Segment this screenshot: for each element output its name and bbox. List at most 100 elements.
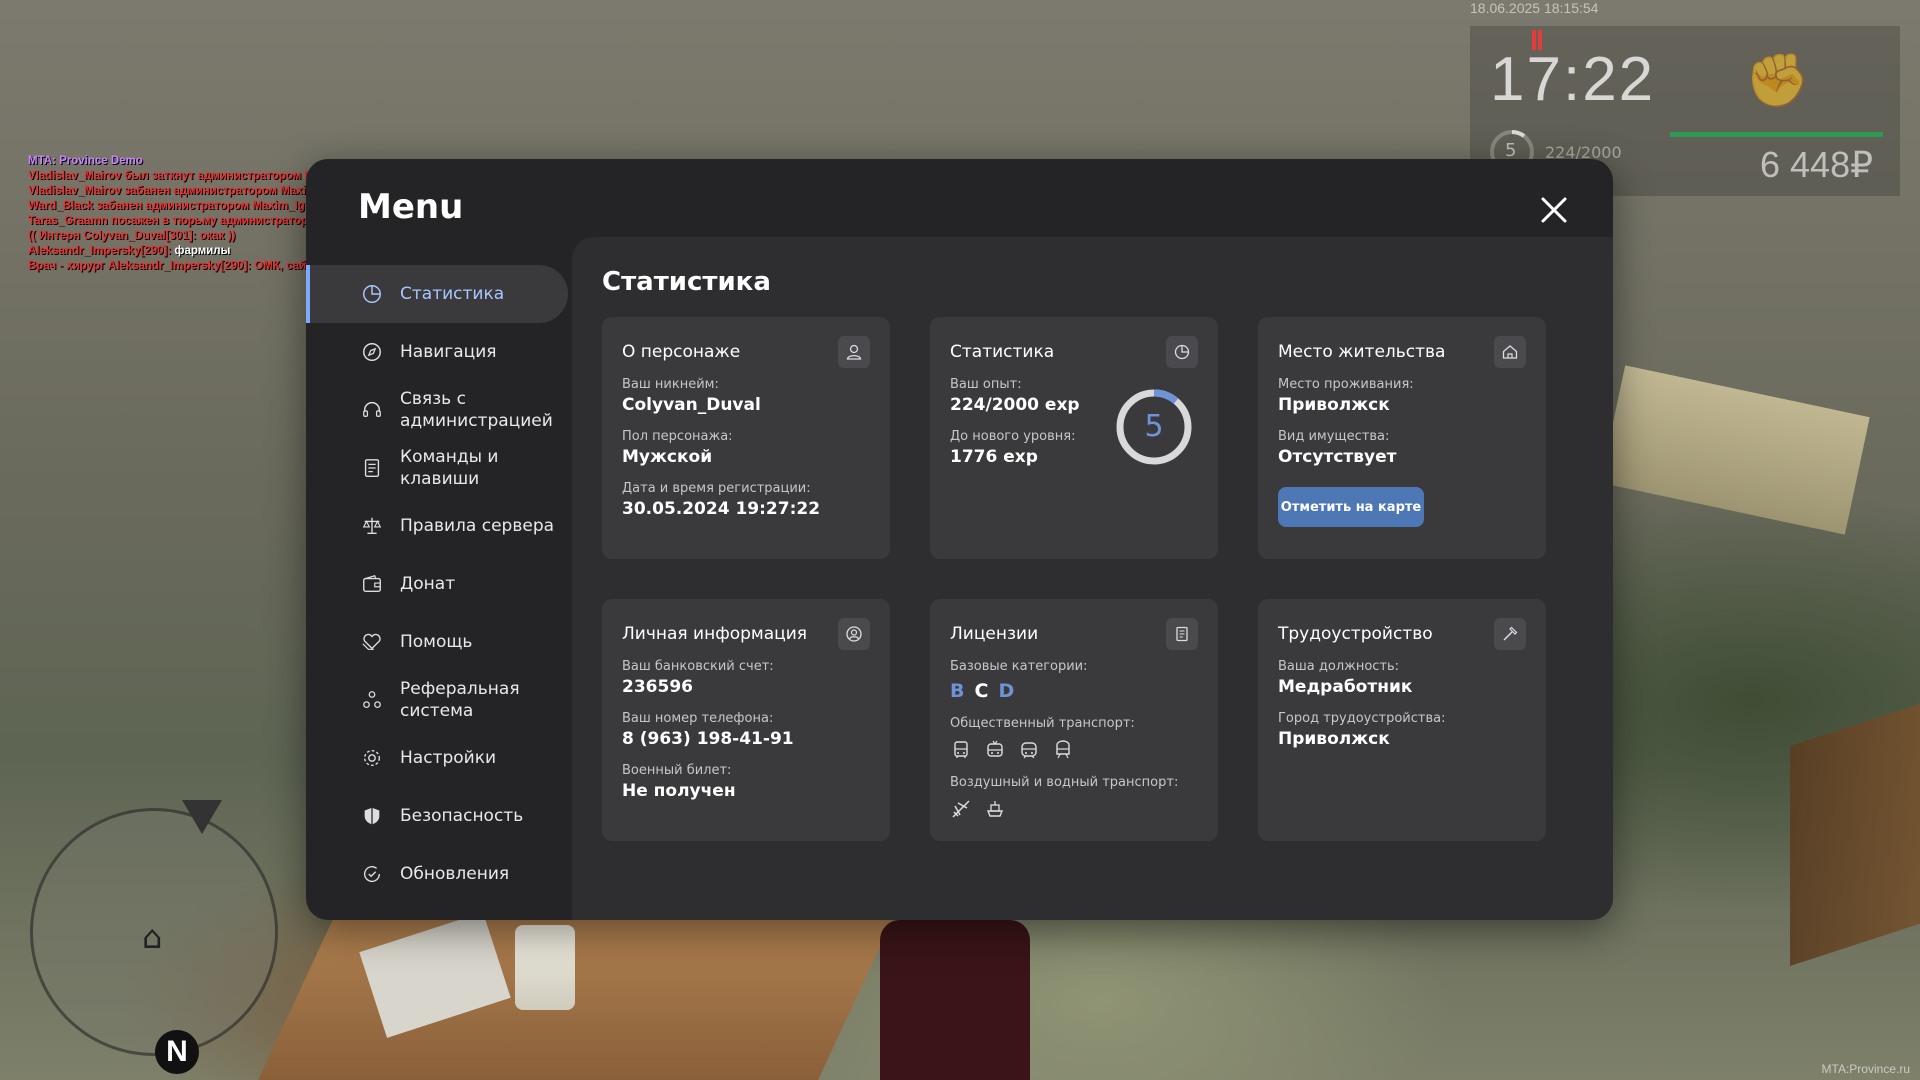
metro-icon — [1056, 740, 1070, 759]
residence-card: Место жительства Место проживания: Приво… — [1258, 317, 1546, 559]
sidebar-item-referral[interactable]: Реферальная система — [310, 671, 568, 729]
military-value: Не получен — [622, 781, 736, 801]
sidebar-item-contact-admin[interactable]: Связь с администрацией — [310, 381, 568, 439]
document-icon — [1166, 618, 1198, 650]
registration-value: 30.05.2024 19:27:22 — [622, 499, 821, 519]
trolleybus-icon — [987, 740, 1003, 757]
sidebar-item-label: Реферальная система — [400, 679, 520, 721]
category-d: D — [998, 680, 1015, 702]
gear-icon — [360, 746, 384, 770]
house-icon — [1494, 336, 1526, 368]
player-character — [880, 920, 1030, 1080]
tram-icon — [1021, 742, 1037, 759]
sidebar-item-help[interactable]: Помощь — [310, 613, 568, 671]
sidebar-item-label: Обновления — [400, 864, 510, 884]
public-transport-icons — [950, 739, 1198, 761]
bank-value: 236596 — [622, 677, 693, 697]
card-title: Место жительства — [1278, 342, 1446, 362]
hud-money: 6 448₽ — [1760, 144, 1873, 185]
air-water-icons — [950, 798, 1198, 820]
sidebar-item-donate[interactable]: Донат — [310, 555, 568, 613]
hud-level: 5 — [1505, 140, 1517, 161]
property-label: Вид имущества: — [1278, 429, 1390, 444]
license-categories: B C D — [950, 680, 1198, 702]
sidebar: Статистика Навигация Связь с администрац… — [306, 265, 568, 903]
content-panel: Статистика О персонаже Ваш никнейм: Coly… — [572, 237, 1613, 920]
sidebar-item-rules[interactable]: Правила сервера — [310, 497, 568, 555]
menu-window: Menu Статистика Навигация Связь с админи… — [306, 159, 1613, 920]
wallet-icon — [360, 572, 384, 596]
sidebar-item-settings[interactable]: Настройки — [310, 729, 568, 787]
fist-icon: ✊ — [1745, 51, 1810, 111]
sidebar-item-commands[interactable]: Команды и клавиши — [310, 439, 568, 497]
sidebar-item-label: Донат — [400, 574, 456, 594]
card-title: Трудоустройство — [1278, 624, 1433, 644]
chat-message: фармилы — [171, 245, 231, 257]
sidebar-item-label: Связь с администрацией — [400, 389, 553, 431]
card-title: Личная информация — [622, 624, 808, 644]
registration-label: Дата и время регистрации: — [622, 481, 811, 496]
category-c: C — [974, 680, 989, 702]
property-value: Отсутствует — [1278, 447, 1397, 467]
refresh-check-icon — [360, 862, 384, 886]
stats-card: Статистика Ваш опыт: 224/2000 exp До нов… — [930, 317, 1218, 559]
mark-on-map-button[interactable]: Отметить на карте — [1278, 487, 1424, 527]
jar — [515, 925, 575, 1010]
public-transport-label: Общественный транспорт: — [950, 716, 1135, 731]
plane-icon — [952, 800, 970, 818]
north-indicator: N — [155, 1030, 199, 1074]
user-icon — [838, 336, 870, 368]
phone-value: 8 (963) 198-41-91 — [622, 729, 794, 749]
chat-author: Aleksandr_Impersky[290]: — [28, 245, 172, 257]
sidebar-item-navigation[interactable]: Навигация — [310, 323, 568, 381]
job-card: Трудоустройство Ваша должность: Медработ… — [1258, 599, 1546, 841]
sidebar-item-label: Статистика — [400, 284, 505, 304]
pie-chart-icon — [1166, 336, 1198, 368]
scales-icon — [360, 514, 384, 538]
licenses-card: Лицензии Базовые категории: B C D Общест… — [930, 599, 1218, 841]
phone-label: Ваш номер телефона: — [622, 711, 774, 726]
sidebar-item-statistics[interactable]: Статистика — [306, 265, 568, 323]
job-city-value: Приволжск — [1278, 729, 1390, 749]
heart-hands-icon — [360, 630, 384, 654]
card-title: Лицензии — [950, 624, 1039, 644]
gender-value: Мужской — [622, 447, 713, 467]
sidebar-item-label: Помощь — [400, 632, 473, 652]
watermark: MTA:Province.ru — [1821, 1062, 1910, 1076]
base-categories-label: Базовые категории: — [950, 659, 1088, 674]
pie-chart-icon — [360, 282, 384, 306]
residence-label: Место проживания: — [1278, 377, 1414, 392]
hud-time: 17:22 — [1490, 45, 1656, 114]
hud-date: 18.06.2025 18:15:54 — [1470, 0, 1599, 16]
table — [258, 900, 902, 1080]
shield-icon — [360, 804, 384, 828]
card-title: О персонаже — [622, 342, 741, 362]
air-water-label: Воздушный и водный транспорт: — [950, 775, 1179, 790]
compass-icon — [360, 340, 384, 364]
close-icon — [1541, 197, 1567, 223]
job-city-label: Город трудоустройства: — [1278, 711, 1446, 726]
sidebar-item-security[interactable]: Безопасность — [310, 787, 568, 845]
military-label: Военный билет: — [622, 763, 732, 778]
sidebar-item-label: Навигация — [400, 342, 497, 362]
position-value: Медработник — [1278, 677, 1413, 697]
people-icon — [360, 688, 384, 712]
bus-icon — [954, 741, 968, 758]
sidebar-item-label: Команды и клавиши — [400, 447, 499, 489]
user-circle-icon — [838, 618, 870, 650]
sidebar-item-label: Настройки — [400, 748, 497, 768]
menu-title: Menu — [358, 187, 464, 227]
content-title: Статистика — [602, 267, 771, 297]
residence-value: Приволжск — [1278, 395, 1390, 415]
headset-icon — [360, 398, 384, 422]
hammer-icon — [1494, 618, 1526, 650]
sidebar-item-updates[interactable]: Обновления — [310, 845, 568, 903]
player-arrow-icon — [182, 800, 222, 834]
close-button[interactable] — [1537, 193, 1571, 227]
ship-icon — [986, 801, 1004, 817]
gender-label: Пол персонажа: — [622, 429, 733, 444]
level-number: 5 — [1144, 409, 1164, 444]
position-label: Ваша должность: — [1278, 659, 1400, 674]
nickname-label: Ваш никнейм: — [622, 377, 719, 392]
category-b: B — [950, 680, 965, 702]
